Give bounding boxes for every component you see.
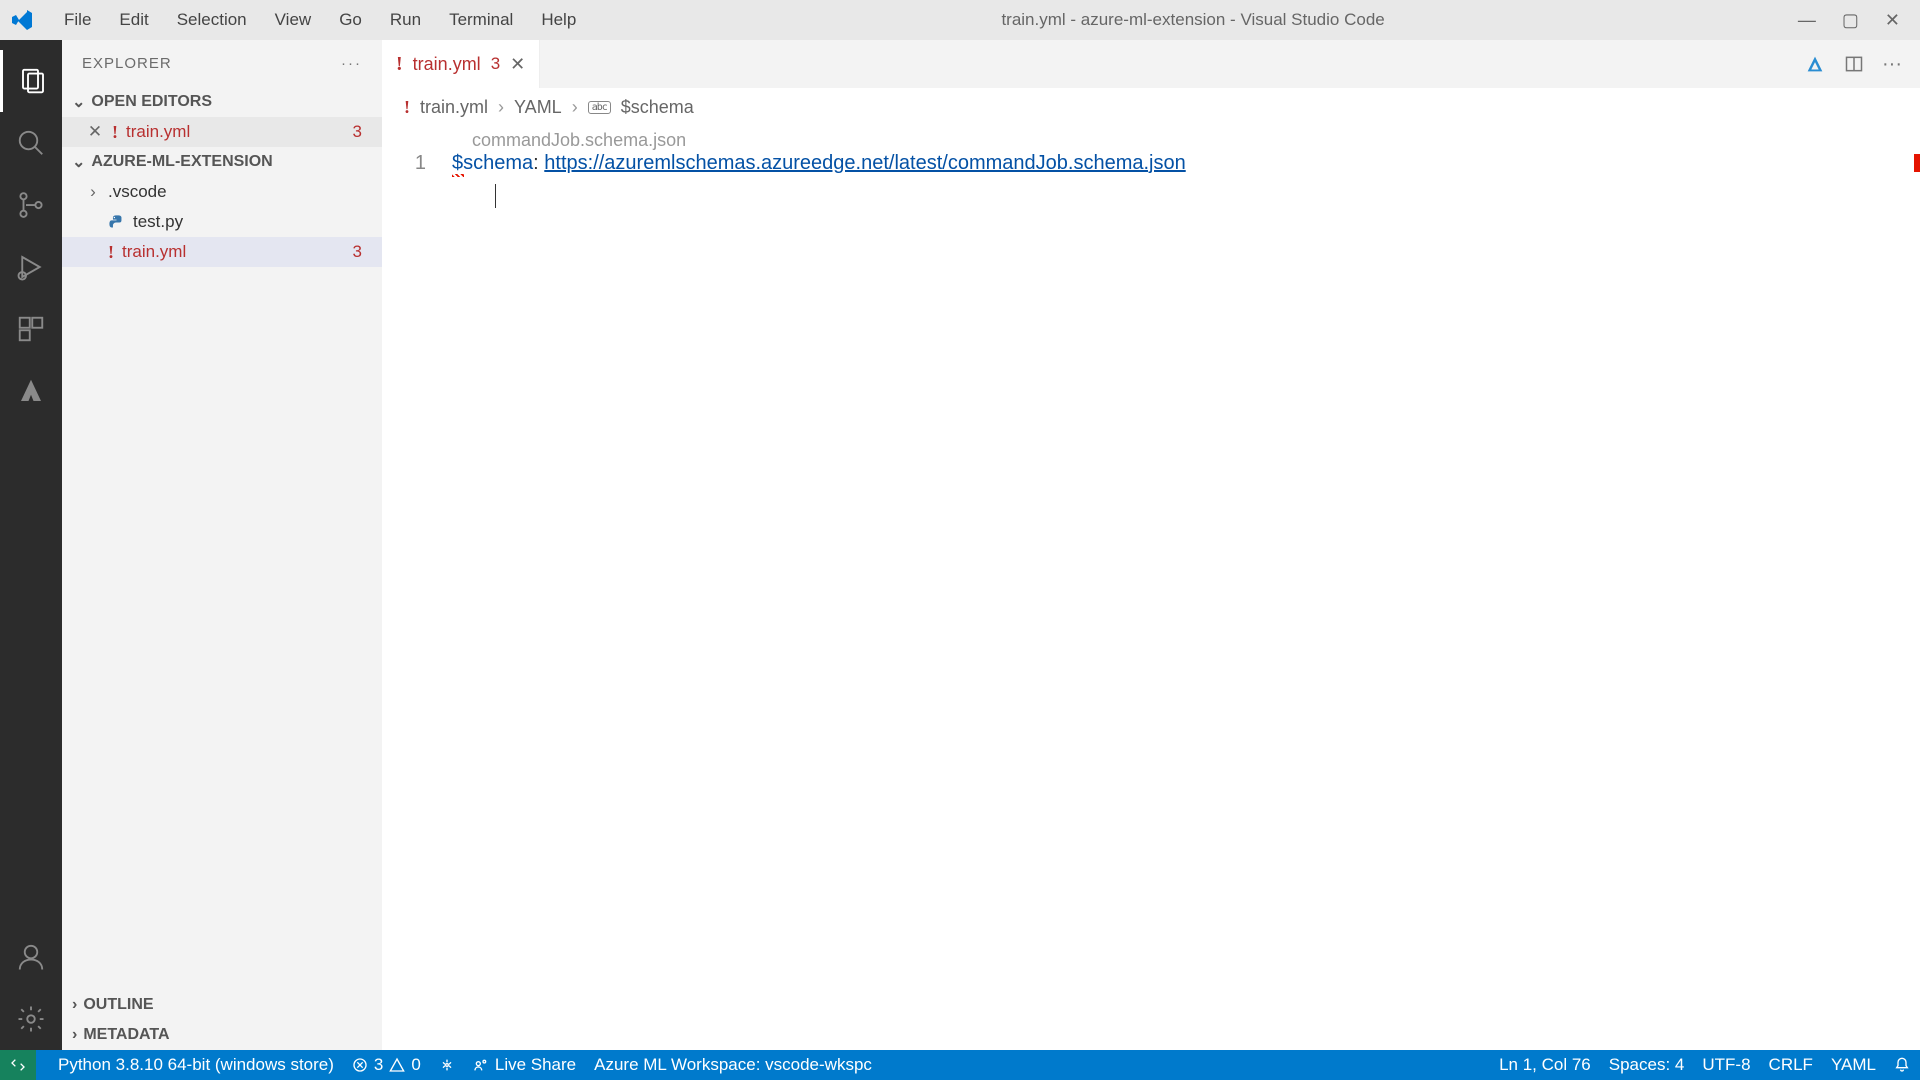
main-menu: File Edit Selection View Go Run Terminal… [52, 6, 588, 34]
activity-account-icon[interactable] [0, 926, 62, 988]
error-badge: 3 [353, 122, 362, 142]
yaml-file-icon: ! [396, 53, 403, 76]
file-name: train.yml [126, 122, 190, 142]
error-squiggle [452, 174, 464, 177]
file-train-yml[interactable]: ! train.yml 3 [62, 237, 382, 267]
chevron-right-icon: › [72, 1026, 77, 1044]
breadcrumb-lang[interactable]: YAML [514, 97, 562, 118]
status-problems[interactable]: 3 0 [352, 1055, 421, 1075]
tab-label: train.yml [413, 54, 481, 75]
status-python[interactable]: Python 3.8.10 64-bit (windows store) [58, 1055, 334, 1075]
editor-actions: ··· [1804, 40, 1920, 88]
text-cursor [495, 184, 496, 208]
status-ports[interactable] [439, 1057, 455, 1073]
yaml-file-icon: ! [112, 122, 118, 143]
window-title: train.yml - azure-ml-extension - Visual … [588, 10, 1798, 30]
title-bar: File Edit Selection View Go Run Terminal… [0, 0, 1920, 40]
symbol-string-icon: abc [588, 101, 611, 114]
editor-pane: ! train.yml 3 ✕ ··· ! train.yml › YAML ›… [382, 40, 1920, 1050]
chevron-right-icon: › [498, 97, 504, 118]
status-indentation[interactable]: Spaces: 4 [1609, 1055, 1685, 1075]
sidebar-more-icon[interactable]: ··· [341, 55, 362, 72]
menu-edit[interactable]: Edit [107, 6, 160, 34]
status-cursor-position[interactable]: Ln 1, Col 76 [1499, 1055, 1591, 1075]
open-editors-section[interactable]: ⌄ OPEN EDITORS [62, 87, 382, 117]
chevron-right-icon: › [86, 182, 100, 202]
sidebar-header: EXPLORER ··· [62, 40, 382, 87]
tab-bar: ! train.yml 3 ✕ ··· [382, 40, 1920, 88]
menu-file[interactable]: File [52, 6, 103, 34]
tab-error-badge: 3 [491, 54, 500, 74]
folder-name: .vscode [108, 182, 167, 202]
breadcrumb-symbol[interactable]: $schema [621, 97, 694, 118]
status-eol[interactable]: CRLF [1769, 1055, 1813, 1075]
vscode-logo-icon [8, 6, 36, 34]
menu-view[interactable]: View [263, 6, 324, 34]
tab-close-icon[interactable]: ✕ [510, 54, 525, 75]
chevron-right-icon: › [72, 996, 77, 1014]
activity-run-debug-icon[interactable] [0, 236, 62, 298]
activity-search-icon[interactable] [0, 112, 62, 174]
close-icon[interactable]: ✕ [86, 122, 104, 142]
chevron-down-icon: ⌄ [72, 92, 85, 112]
menu-help[interactable]: Help [529, 6, 588, 34]
open-editor-train-yml[interactable]: ✕ ! train.yml 3 [62, 117, 382, 147]
status-language[interactable]: YAML [1831, 1055, 1876, 1075]
sidebar-title: EXPLORER [82, 55, 172, 72]
breadcrumb[interactable]: ! train.yml › YAML › abc $schema [382, 88, 1920, 126]
yaml-file-icon: ! [404, 97, 410, 118]
error-badge: 3 [353, 242, 362, 262]
status-encoding[interactable]: UTF-8 [1702, 1055, 1750, 1075]
activity-extensions-icon[interactable] [0, 298, 62, 360]
folder-vscode[interactable]: › .vscode [62, 177, 382, 207]
close-window-button[interactable]: ✕ [1885, 10, 1900, 31]
yaml-value-url[interactable]: https://azuremlschemas.azureedge.net/lat… [544, 152, 1185, 174]
chevron-down-icon: ⌄ [72, 152, 85, 172]
tab-train-yml[interactable]: ! train.yml 3 ✕ [382, 40, 540, 88]
metadata-section[interactable]: › METADATA [62, 1020, 382, 1050]
activity-source-control-icon[interactable] [0, 174, 62, 236]
yaml-colon: : [533, 152, 539, 174]
menu-selection[interactable]: Selection [165, 6, 259, 34]
remote-indicator[interactable] [0, 1050, 36, 1080]
status-liveshare[interactable]: Live Share [473, 1055, 576, 1075]
status-azure-workspace[interactable]: Azure ML Workspace: vscode-wkspc [594, 1055, 872, 1075]
azure-ml-icon[interactable] [1804, 53, 1826, 75]
menu-terminal[interactable]: Terminal [437, 6, 525, 34]
explorer-sidebar: EXPLORER ··· ⌄ OPEN EDITORS ✕ ! train.ym… [62, 40, 382, 1050]
line-number: 1 [382, 152, 452, 175]
minimize-button[interactable]: — [1798, 10, 1816, 31]
chevron-right-icon: › [572, 97, 578, 118]
code-line-1[interactable]: 1 $schema: https://azuremlschemas.azuree… [382, 126, 1920, 175]
status-bar: Python 3.8.10 64-bit (windows store) 3 0… [0, 1050, 1920, 1080]
breadcrumb-file[interactable]: train.yml [420, 97, 488, 118]
yaml-file-icon: ! [108, 242, 114, 263]
file-name: train.yml [122, 242, 186, 262]
code-editor[interactable]: commandJob.schema.json 1 $schema: https:… [382, 126, 1920, 1050]
menu-go[interactable]: Go [327, 6, 374, 34]
maximize-button[interactable]: ▢ [1842, 10, 1859, 31]
python-file-icon [108, 214, 125, 231]
more-actions-icon[interactable]: ··· [1882, 53, 1902, 76]
status-notifications-icon[interactable] [1894, 1057, 1910, 1073]
outline-section[interactable]: › OUTLINE [62, 990, 382, 1020]
split-editor-icon[interactable] [1844, 54, 1864, 74]
activity-settings-icon[interactable] [0, 988, 62, 1050]
window-controls: — ▢ ✕ [1798, 10, 1912, 31]
activity-bar [0, 40, 62, 1050]
menu-run[interactable]: Run [378, 6, 433, 34]
file-name: test.py [133, 212, 183, 232]
yaml-key: $schema [452, 152, 533, 174]
overview-ruler-error[interactable] [1914, 154, 1920, 172]
activity-explorer-icon[interactable] [0, 50, 62, 112]
workspace-section[interactable]: ⌄ AZURE-ML-EXTENSION [62, 147, 382, 177]
activity-azure-icon[interactable] [0, 360, 62, 422]
file-test-py[interactable]: test.py [62, 207, 382, 237]
